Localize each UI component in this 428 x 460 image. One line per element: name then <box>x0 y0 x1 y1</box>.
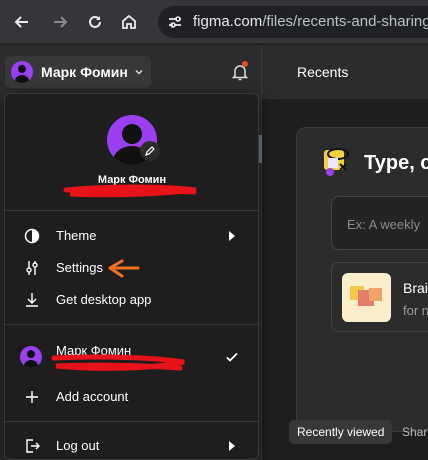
add-account-button[interactable]: Add account <box>5 382 258 412</box>
template-subtitle: for n <box>403 303 428 318</box>
pencil-icon <box>145 146 155 156</box>
plus-icon <box>26 391 38 403</box>
menu-item-label: Get desktop app <box>56 292 152 307</box>
logout-button[interactable]: Log out <box>5 431 258 460</box>
sliders-icon <box>26 261 38 275</box>
url-host: figma.com <box>193 13 263 30</box>
divider <box>5 324 258 325</box>
caret-right-icon <box>229 231 235 241</box>
notification-dot <box>242 61 248 67</box>
reload-button[interactable] <box>83 10 107 34</box>
caret-right-icon <box>229 441 235 451</box>
download-icon <box>26 293 38 307</box>
logout-icon <box>26 439 40 453</box>
template-title: Brai <box>403 280 428 296</box>
filter-recently-viewed[interactable]: Recently viewed <box>289 420 393 444</box>
reload-icon <box>89 15 101 28</box>
app-header: Марк Фомин Recents <box>0 45 428 99</box>
url-path: /files/recents-and-sharing/r <box>262 13 428 30</box>
sticky-note-shape <box>369 288 382 301</box>
divider <box>5 210 258 211</box>
avatar <box>20 346 42 368</box>
home-button[interactable] <box>117 10 141 34</box>
address-bar[interactable]: figma.com/files/recents-and-sharing/r <box>158 6 428 38</box>
edit-avatar-button[interactable] <box>140 141 160 161</box>
figjam-icon <box>324 148 349 176</box>
arrow-right-icon <box>54 16 68 28</box>
browser-toolbar: figma.com/files/recents-and-sharing/r <box>0 0 428 44</box>
url-text: figma.com/files/recents-and-sharing/r <box>193 13 428 30</box>
template-thumbnail <box>342 273 391 322</box>
menu-item-label: Theme <box>56 228 97 243</box>
menu-item-theme[interactable]: Theme <box>5 221 258 251</box>
divider <box>5 421 258 422</box>
filter-shared[interactable]: Share <box>402 420 428 444</box>
prompt-title: Type, c <box>364 152 428 174</box>
add-account-label: Add account <box>56 389 129 404</box>
account-switcher-button[interactable]: Марк Фомин <box>5 56 151 88</box>
page-title: Recents <box>297 64 349 80</box>
forward-button[interactable] <box>48 10 72 34</box>
account-list-name: Марк Фомин <box>56 343 132 358</box>
menu-item-settings[interactable]: Settings <box>5 253 258 283</box>
account-list-item[interactable]: Марк Фомин <box>5 342 258 372</box>
menu-item-label: Settings <box>56 260 103 275</box>
chevron-down-icon <box>135 70 143 75</box>
avatar <box>11 61 33 83</box>
site-settings-icon[interactable] <box>166 13 184 31</box>
menu-item-get-desktop-app[interactable]: Get desktop app <box>5 285 258 315</box>
logout-label: Log out <box>56 438 100 453</box>
back-button[interactable] <box>10 10 34 34</box>
home-icon <box>122 14 136 29</box>
prompt-placeholder: Ex: A weekly <box>347 217 420 232</box>
arrow-left-icon <box>14 16 28 28</box>
sidebar-header: Марк Фомин <box>0 45 262 99</box>
checkmark-icon <box>226 352 238 362</box>
profile-name: Марк Фомин <box>97 174 167 186</box>
account-name: Марк Фомин <box>41 64 128 80</box>
theme-icon <box>24 228 40 244</box>
